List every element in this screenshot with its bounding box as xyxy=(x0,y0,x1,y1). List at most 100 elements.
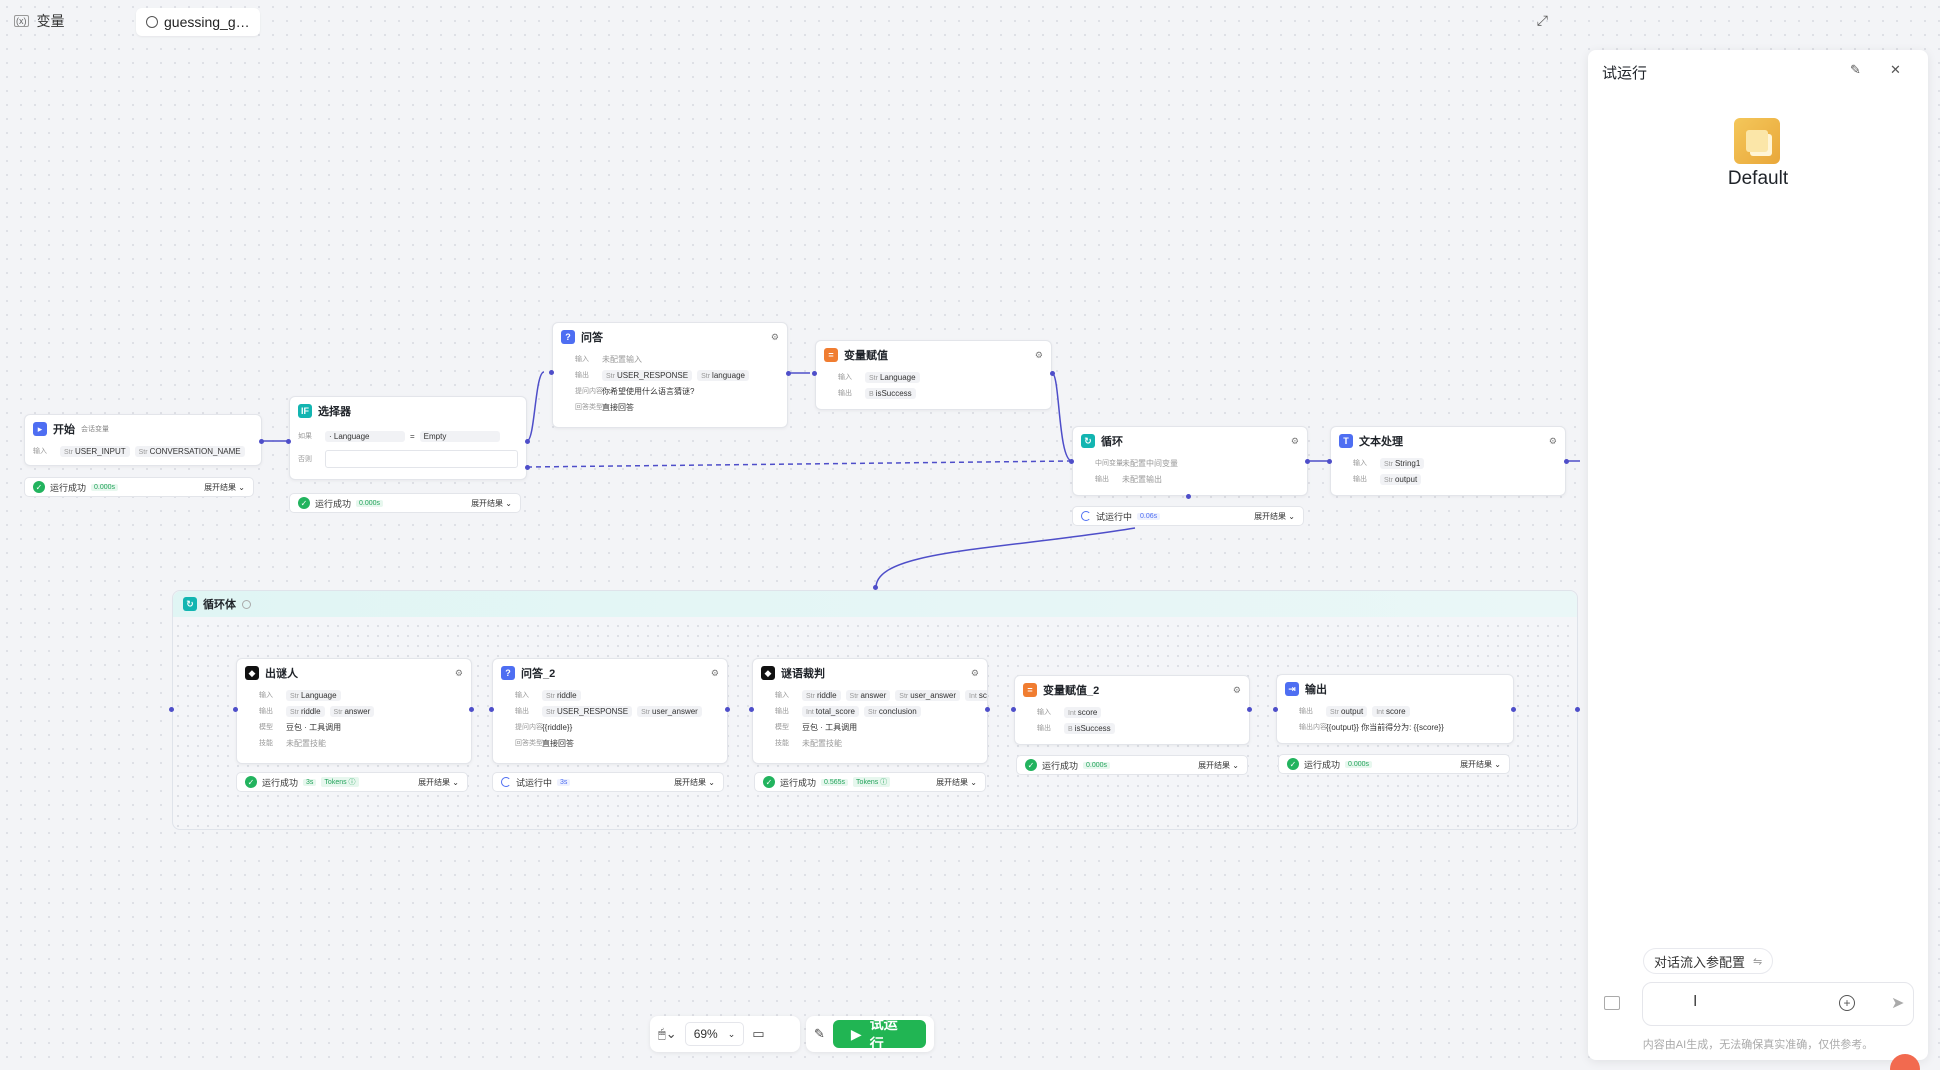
assign2-node[interactable]: = 变量赋值_2 ⚙ 输入 Int score 输出 BisSuccess xyxy=(1014,675,1250,745)
send-icon[interactable]: ➤ xyxy=(1891,993,1904,1013)
port[interactable] xyxy=(985,707,990,712)
output-node[interactable]: ⇥ 输出 输出 Str output Int score 输出内容 {{output}… xyxy=(1276,674,1514,744)
field-label: 输出 xyxy=(515,708,529,715)
test-run-button[interactable]: ▶ 试运行 xyxy=(832,1016,926,1052)
port[interactable] xyxy=(286,439,291,444)
port[interactable] xyxy=(1050,371,1055,376)
port[interactable] xyxy=(873,585,878,590)
workflow-tab[interactable]: guessing_g… xyxy=(136,8,260,36)
zoom-select[interactable]: 69% ⌄ xyxy=(684,1022,745,1046)
expand-result-button[interactable]: 展开结果 ⌄ xyxy=(1254,511,1295,522)
field-value: {{output}} 你当前得分为: {{score}} xyxy=(1326,722,1444,732)
gear-icon[interactable]: ⚙ xyxy=(1035,350,1043,361)
check-icon: ✓ xyxy=(245,776,257,788)
gear-icon[interactable]: ⚙ xyxy=(771,332,779,343)
close-icon[interactable]: ✕ xyxy=(1890,62,1901,78)
port[interactable] xyxy=(469,707,474,712)
pen-icon[interactable]: ✎ xyxy=(814,1026,825,1042)
field-label: 模型 xyxy=(775,724,789,731)
var-chip: BisSuccess xyxy=(1064,722,1115,734)
gear-icon[interactable]: ⚙ xyxy=(1549,436,1557,447)
port[interactable] xyxy=(1186,494,1191,499)
expand-result-button[interactable]: 展开结果 ⌄ xyxy=(418,777,459,788)
variable-icon: (x) xyxy=(14,15,29,27)
expand-result-button[interactable]: 展开结果 ⌄ xyxy=(1198,760,1239,771)
assign-node[interactable]: = 变量赋值 ⚙ 输入 Str Language 输出 BisSuccess xyxy=(815,340,1052,410)
gear-icon[interactable]: ⚙ xyxy=(455,668,463,679)
port[interactable] xyxy=(786,371,791,376)
text-process-node[interactable]: T 文本处理 ⚙ 输入 Str String1 输出 Str output xyxy=(1330,426,1566,496)
minimap-icon[interactable]: ▭ xyxy=(752,1026,764,1042)
port[interactable] xyxy=(233,707,238,712)
status-text: 运行成功 xyxy=(780,777,817,788)
fullscreen-icon[interactable]: ⤢ xyxy=(1537,12,1548,29)
var-chip: Str USER_RESPONSE xyxy=(542,705,633,717)
port[interactable] xyxy=(1273,707,1278,712)
node-title: 输出 xyxy=(1305,684,1327,696)
assign-icon: = xyxy=(824,348,838,362)
text-icon: T xyxy=(1339,434,1353,448)
start-node[interactable]: ▸ 开始 会话变量 输入 Str USER_INPUT Str CONVERSATI… xyxy=(24,414,262,466)
port[interactable] xyxy=(169,707,174,712)
judge-node[interactable]: ◆ 谜语裁判 ⚙ 输入 Str riddle Str answer Str user_… xyxy=(752,658,988,764)
start-status[interactable]: ✓ 运行成功 0.000s 展开结果 ⌄ xyxy=(24,477,254,497)
expand-result-button[interactable]: 展开结果 ⌄ xyxy=(674,777,715,788)
field-value: 豆包 · 工具调用 xyxy=(286,722,342,732)
riddler-status[interactable]: ✓ 运行成功 3s Tokens ⓘ 展开结果 ⌄ xyxy=(236,772,468,792)
port[interactable] xyxy=(1564,459,1569,464)
variables-button[interactable]: (x) 变量 xyxy=(14,10,65,32)
port[interactable] xyxy=(1011,707,1016,712)
port[interactable] xyxy=(259,439,264,444)
port[interactable] xyxy=(812,371,817,376)
status-text: 运行成功 xyxy=(1304,759,1341,770)
gear-icon[interactable]: ⚙ xyxy=(1233,685,1241,696)
gear-icon[interactable]: ⚙ xyxy=(711,668,719,679)
mouse-icon[interactable]: 🖱︎⌄ xyxy=(658,1026,677,1042)
qa-node[interactable]: ? 问答 ⚙ 输入 未配置输入 输出 Str USER_RESPONSE Str la… xyxy=(552,322,788,428)
start-icon: ▸ xyxy=(33,422,47,436)
port[interactable] xyxy=(549,370,554,375)
text-cursor-icon: I xyxy=(1693,993,1698,1010)
plus-icon[interactable]: + xyxy=(1839,995,1855,1011)
clear-history-icon[interactable] xyxy=(1604,996,1620,1010)
conversation-config-button[interactable]: 对话流入参配置 ⇋ xyxy=(1643,948,1774,974)
gear-icon[interactable]: ⚙ xyxy=(1291,436,1299,447)
qa2-status[interactable]: 试运行中 3s 展开结果 ⌄ xyxy=(492,772,724,792)
output-status[interactable]: ✓ 运行成功 0.000s 展开结果 ⌄ xyxy=(1278,754,1510,774)
expand-result-button[interactable]: 展开结果 ⌄ xyxy=(936,777,977,788)
broom-icon[interactable]: ✎ xyxy=(1850,62,1861,78)
expand-result-button[interactable]: 展开结果 ⌄ xyxy=(1460,759,1501,770)
assign2-status[interactable]: ✓ 运行成功 0.000s 展开结果 ⌄ xyxy=(1016,755,1248,775)
port[interactable] xyxy=(489,707,494,712)
port[interactable] xyxy=(525,439,530,444)
loop-node[interactable]: ↻ 循环 ⚙ 中间变量 未配置中间变量 输出 未配置输出 xyxy=(1072,426,1308,496)
port[interactable] xyxy=(1511,707,1516,712)
llm-icon: ◆ xyxy=(761,666,775,680)
status-text: 试运行中 xyxy=(516,777,553,788)
chat-input[interactable]: I + ➤ xyxy=(1642,982,1914,1026)
assign-icon: = xyxy=(1023,683,1037,697)
selector-node[interactable]: IF 选择器 如果 · Language = Empty 否则 xyxy=(289,396,527,480)
port[interactable] xyxy=(1327,459,1332,464)
qa2-node[interactable]: ? 问答_2 ⚙ 输入 Str riddle 输出 Str USER_RESPONSE… xyxy=(492,658,728,764)
port[interactable] xyxy=(749,707,754,712)
status-text: 运行成功 xyxy=(50,482,87,493)
loop-status[interactable]: 试运行中 0.06s 展开结果 ⌄ xyxy=(1072,506,1304,526)
port[interactable] xyxy=(1069,459,1074,464)
field-label: 中间变量 xyxy=(1095,460,1123,467)
node-title: 文本处理 xyxy=(1359,436,1403,448)
var-chip: Str riddle xyxy=(542,689,581,701)
port[interactable] xyxy=(725,707,730,712)
riddler-node[interactable]: ◆ 出谜人 ⚙ 输入 Str Language 输出 Str riddle Str an… xyxy=(236,658,472,764)
port[interactable] xyxy=(1305,459,1310,464)
port[interactable] xyxy=(1247,707,1252,712)
port[interactable] xyxy=(1575,707,1580,712)
loading-icon xyxy=(1081,511,1091,521)
expand-result-button[interactable]: 展开结果 ⌄ xyxy=(471,498,512,509)
judge-status[interactable]: ✓ 运行成功 0.565s Tokens ⓘ 展开结果 ⌄ xyxy=(754,772,986,792)
gear-icon[interactable]: ⚙ xyxy=(971,668,979,679)
selector-status[interactable]: ✓ 运行成功 0.000s 展开结果 ⌄ xyxy=(289,493,521,513)
port[interactable] xyxy=(525,465,530,470)
expand-result-button[interactable]: 展开结果 ⌄ xyxy=(204,482,245,493)
run-controls: ✎ ▶ 试运行 xyxy=(806,1016,934,1052)
